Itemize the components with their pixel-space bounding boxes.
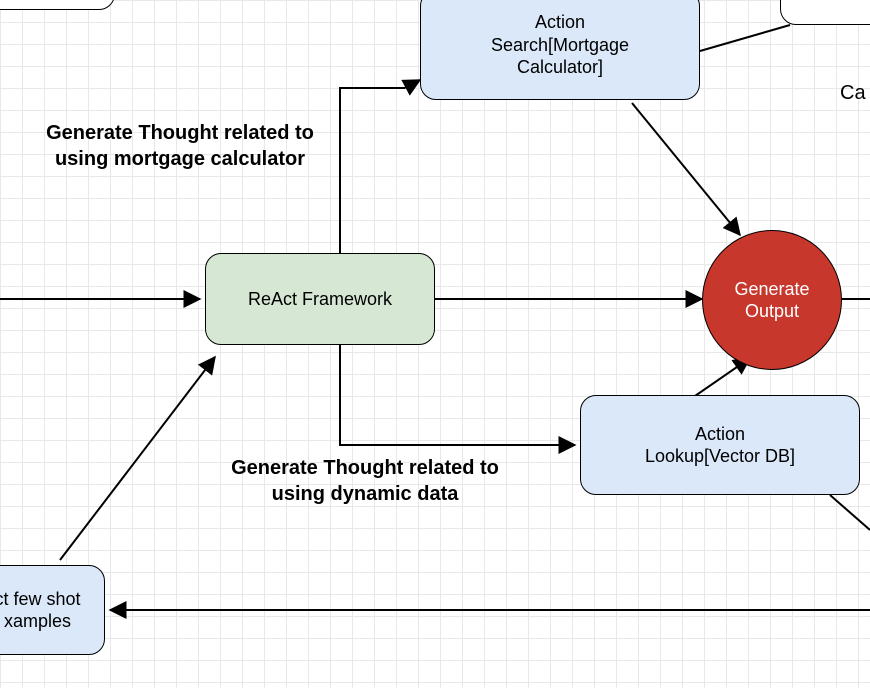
action-search-line1: Action [491, 11, 629, 34]
action-search-line2: Search[Mortgage [491, 34, 629, 57]
label-thought-mortgage: Generate Thought related to using mortga… [20, 120, 340, 172]
node-generate-output: Generate Output [702, 230, 842, 370]
label-thought-dynamic-line2: using dynamic data [205, 481, 525, 507]
label-thought-dynamic-line1: Generate Thought related to [205, 455, 525, 481]
node-react-framework: ReAct Framework [205, 253, 435, 345]
label-partial-ca: Ca [840, 80, 866, 106]
label-thought-mortgage-line2: using mortgage calculator [20, 146, 340, 172]
generate-output-line1: Generate [734, 278, 809, 301]
node-action-lookup: Action Lookup[Vector DB] [580, 395, 860, 495]
node-partial-top-right [780, 0, 870, 25]
action-search-line3: Calculator] [491, 56, 629, 79]
node-few-shot: ct few shot xamples [0, 565, 105, 655]
node-partial-top-left [0, 0, 115, 10]
label-thought-dynamic: Generate Thought related to using dynami… [205, 455, 525, 507]
few-shot-line1: ct few shot [0, 588, 81, 611]
few-shot-line2: xamples [0, 610, 81, 633]
diagram-canvas: Ca Action Search[Mortgage Calculator] Re… [0, 0, 870, 688]
generate-output-line2: Output [734, 300, 809, 323]
action-lookup-line2: Lookup[Vector DB] [645, 445, 795, 468]
react-framework-label: ReAct Framework [248, 288, 392, 311]
action-lookup-line1: Action [645, 423, 795, 446]
label-thought-mortgage-line1: Generate Thought related to [20, 120, 340, 146]
node-action-search: Action Search[Mortgage Calculator] [420, 0, 700, 100]
